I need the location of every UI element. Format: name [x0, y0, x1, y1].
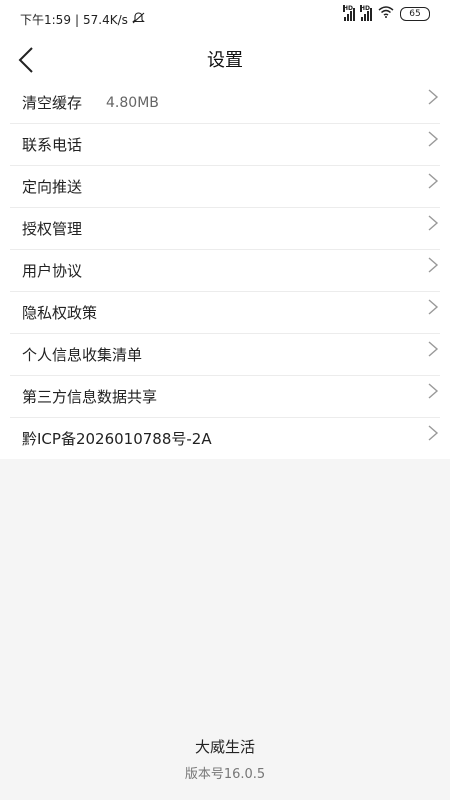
app-name: 大威生活 — [194, 738, 255, 756]
settings-item-third-party-sharing[interactable]: 第三方信息数据共享 — [10, 376, 440, 418]
chevron-right-icon — [428, 215, 439, 231]
signal-icon: HD — [343, 4, 355, 21]
version-number: 版本号16.0.5 — [184, 767, 266, 782]
chevron-right-icon — [428, 425, 439, 441]
settings-item-clear-cache[interactable]: 清空缓存 4.80MB — [10, 82, 440, 124]
settings-item-privacy-policy[interactable]: 隐私权政策 — [10, 292, 440, 334]
settings-item-authorization[interactable]: 授权管理 — [10, 208, 440, 250]
settings-item-label: 黔ICP备2026010788号-2A — [22, 430, 212, 448]
settings-item-label: 第三方信息数据共享 — [22, 388, 158, 406]
status-time: 下午1:59 — [20, 13, 71, 27]
status-bar: 下午1:59 | 57.4K/s HD HD 65 — [0, 0, 450, 36]
chevron-right-icon — [428, 257, 439, 273]
status-separator: | — [74, 12, 79, 27]
settings-item-icp-record[interactable]: 黔ICP备2026010788号-2A — [10, 418, 440, 459]
chevron-right-icon — [428, 89, 439, 105]
chevron-right-icon — [428, 341, 439, 357]
chevron-right-icon — [428, 383, 439, 399]
settings-item-label: 授权管理 — [22, 220, 83, 238]
page-title: 设置 — [207, 50, 243, 71]
mute-icon — [132, 12, 145, 27]
settings-item-label: 联系电话 — [22, 136, 83, 154]
settings-item-user-agreement[interactable]: 用户协议 — [10, 250, 440, 292]
settings-item-targeted-push[interactable]: 定向推送 — [10, 166, 440, 208]
settings-item-label: 隐私权政策 — [22, 304, 98, 322]
settings-item-label: 清空缓存 — [22, 94, 83, 112]
battery-icon: 65 — [400, 6, 430, 21]
settings-item-contact-phone[interactable]: 联系电话 — [10, 124, 440, 166]
chevron-right-icon — [428, 173, 439, 189]
chevron-right-icon — [428, 299, 439, 315]
settings-item-label: 用户协议 — [22, 262, 83, 280]
status-net-speed: 57.4K/s — [83, 12, 128, 27]
header: 设置 — [0, 36, 450, 82]
wifi-icon — [378, 6, 394, 21]
settings-item-personal-info-list[interactable]: 个人信息收集清单 — [10, 334, 440, 376]
chevron-right-icon — [428, 131, 439, 147]
signal-icon-2: HD — [360, 4, 372, 21]
settings-list: 清空缓存 4.80MB 联系电话 定向推送 授权管理 用户协议 隐私权政策 个人… — [0, 82, 450, 459]
cache-size-value: 4.80MB — [106, 94, 159, 111]
settings-item-label: 个人信息收集清单 — [22, 346, 143, 364]
settings-item-label: 定向推送 — [22, 178, 83, 196]
